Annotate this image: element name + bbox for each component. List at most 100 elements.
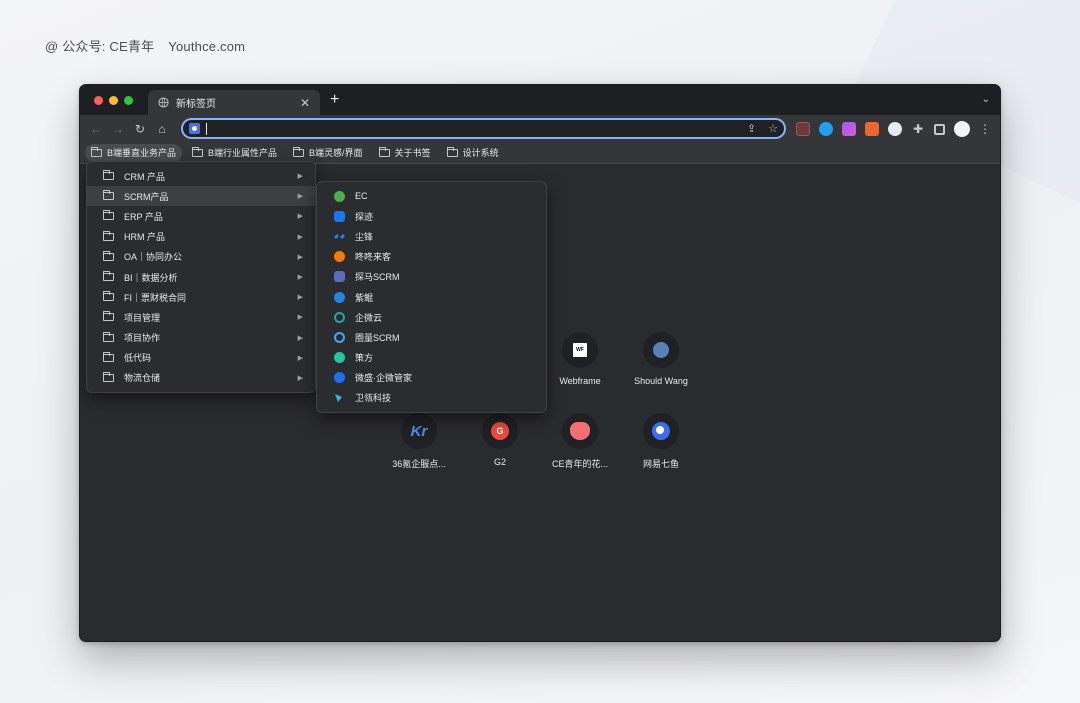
shortcut-tile: G bbox=[482, 413, 518, 449]
menu-item-label: SCRM产品 bbox=[124, 191, 169, 202]
submenu-item-label: 卫瓴科技 bbox=[355, 393, 392, 404]
close-window-button[interactable] bbox=[94, 96, 103, 105]
menu-item-label: 物流仓储 bbox=[124, 373, 161, 384]
shortcut-36kr[interactable]: Kr 36氪企服点... bbox=[379, 413, 459, 470]
submenu-item-tanma[interactable]: 探马SCRM bbox=[317, 267, 546, 287]
bookmark-folder-design-system[interactable]: 设计系统 bbox=[441, 144, 505, 162]
shortcut-tile bbox=[643, 332, 679, 368]
weisheng-icon bbox=[334, 372, 345, 384]
new-tab-button[interactable]: + bbox=[330, 92, 339, 108]
text-caret bbox=[206, 122, 207, 135]
menu-item-label: 项目协作 bbox=[124, 333, 161, 344]
shortcut-webframe[interactable]: WF Webframe bbox=[540, 332, 620, 386]
menu-item-project-management[interactable]: 项目管理 ▶ bbox=[87, 307, 315, 327]
submenu-item-tanji[interactable]: 探迹 bbox=[317, 206, 546, 226]
menu-item-hrm[interactable]: HRM 产品 ▶ bbox=[87, 227, 315, 247]
tab-new-tab[interactable]: 新标签页 ✕ bbox=[148, 90, 320, 115]
menu-item-fi[interactable]: FI｜票财税合同 ▶ bbox=[87, 287, 315, 307]
shortcut-label: 网易七鱼 bbox=[642, 459, 679, 469]
bookmark-star-icon[interactable]: ☆ bbox=[768, 122, 778, 135]
forward-button[interactable]: → bbox=[107, 122, 129, 136]
submenu-item-label: 企微云 bbox=[355, 312, 383, 323]
submenu-item-ec[interactable]: EC bbox=[317, 186, 546, 206]
bookmark-folder-b-vertical[interactable]: B端垂直业务产品 bbox=[85, 143, 183, 162]
quanliang-icon bbox=[334, 331, 345, 343]
back-button[interactable]: ← bbox=[85, 122, 107, 136]
kebab-menu-icon[interactable]: ⋮ bbox=[979, 122, 991, 136]
window-controls bbox=[94, 96, 133, 105]
folder-icon bbox=[103, 250, 114, 261]
profile-avatar[interactable] bbox=[954, 121, 970, 137]
submenu-item-weiling[interactable]: 卫瓴科技 bbox=[317, 388, 546, 408]
g2-icon: G bbox=[491, 422, 509, 440]
bookmark-folder-about[interactable]: 关于书签 bbox=[373, 144, 437, 162]
submenu-item-quanliang[interactable]: 圈量SCRM bbox=[317, 327, 546, 347]
folder-icon bbox=[378, 146, 390, 157]
watermark-account: @ 公众号: CE青年 bbox=[45, 39, 155, 54]
shortcut-tile: WF bbox=[562, 332, 598, 368]
shortcut-qiyu[interactable]: 网易七鱼 bbox=[621, 413, 701, 470]
bookmark-label: 设计系统 bbox=[462, 148, 499, 158]
reload-button[interactable]: ↻ bbox=[129, 122, 151, 136]
submenu-item-zikun[interactable]: 紫鲲 bbox=[317, 287, 546, 307]
menu-item-erp[interactable]: ERP 产品 ▶ bbox=[87, 206, 315, 226]
shortcut-g2[interactable]: G G2 bbox=[460, 413, 540, 467]
bookmark-folder-b-industry[interactable]: B端行业属性产品 bbox=[186, 144, 283, 162]
minimize-window-button[interactable] bbox=[109, 96, 118, 105]
submenu-item-dongdong[interactable]: 咚咚来客 bbox=[317, 247, 546, 267]
tanma-icon bbox=[334, 271, 345, 283]
submenu-item-qiweiyun[interactable]: 企微云 bbox=[317, 307, 546, 327]
ext-openai-icon[interactable] bbox=[888, 122, 902, 136]
qiyu-icon bbox=[652, 422, 670, 440]
close-tab-icon[interactable]: ✕ bbox=[300, 96, 310, 110]
menu-item-low-code[interactable]: 低代码 ▶ bbox=[87, 348, 315, 368]
share-icon[interactable]: ⇪ bbox=[747, 122, 756, 135]
tab-search-chevron-icon[interactable]: ⌄ bbox=[982, 94, 990, 105]
menu-item-label: CRM 产品 bbox=[124, 171, 165, 182]
menu-item-scrm[interactable]: SCRM产品 ▶ bbox=[87, 186, 315, 207]
folder-icon bbox=[192, 146, 204, 157]
shortcut-should-wang[interactable]: Should Wang bbox=[621, 332, 701, 386]
ext-purple-gradient-icon[interactable] bbox=[842, 122, 856, 136]
zikun-icon bbox=[334, 291, 345, 303]
bookmark-folder-b-inspiration[interactable]: B端灵感/界面 bbox=[287, 144, 369, 162]
submenu-arrow-icon: ▶ bbox=[297, 274, 303, 282]
shortcut-ce-youth[interactable]: CE青年的花... bbox=[540, 413, 620, 470]
shortcut-label: G2 bbox=[493, 457, 506, 467]
ext-reader-icon[interactable] bbox=[796, 122, 810, 136]
ext-blue-circle-icon[interactable] bbox=[819, 122, 833, 136]
bookmark-label: B端垂直业务产品 bbox=[107, 148, 177, 158]
submenu-arrow-icon: ▶ bbox=[297, 374, 303, 382]
baidu-search-icon bbox=[189, 123, 200, 134]
address-bar[interactable]: ⇪ ☆ bbox=[181, 118, 786, 139]
menu-item-project-collab[interactable]: 项目协作 ▶ bbox=[87, 328, 315, 348]
submenu-item-weisheng[interactable]: 微盛·企微管家 bbox=[317, 368, 546, 388]
menu-item-logistics[interactable]: 物流仓储 ▶ bbox=[87, 368, 315, 388]
address-input[interactable] bbox=[211, 122, 747, 135]
folder-icon bbox=[293, 146, 305, 157]
bookmark-label: 关于书签 bbox=[394, 148, 431, 158]
maximize-window-button[interactable] bbox=[124, 96, 133, 105]
puzzle-icon[interactable]: ✚ bbox=[911, 122, 925, 136]
submenu-arrow-icon: ▶ bbox=[297, 354, 303, 362]
tanji-icon bbox=[334, 210, 345, 222]
submenu-item-cefang[interactable]: 策方 bbox=[317, 348, 546, 368]
menu-item-label: 项目管理 bbox=[124, 312, 161, 323]
kr-icon: Kr bbox=[410, 422, 428, 440]
home-button[interactable]: ⌂ bbox=[151, 122, 173, 136]
folder-icon bbox=[91, 146, 102, 157]
folder-icon bbox=[103, 311, 114, 322]
menu-item-bi[interactable]: BI｜数据分析 ▶ bbox=[87, 267, 315, 287]
menu-item-oa[interactable]: OA｜协同办公 ▶ bbox=[87, 247, 315, 267]
shortcut-label: Webframe bbox=[559, 376, 601, 386]
menu-item-crm[interactable]: CRM 产品 ▶ bbox=[87, 166, 315, 186]
submenu-item-chenfeng[interactable]: 尘锋 bbox=[317, 226, 546, 246]
shortcut-tile bbox=[643, 413, 679, 449]
ext-orange-icon[interactable] bbox=[865, 122, 879, 136]
shortcut-tile bbox=[562, 413, 598, 449]
chenfeng-icon bbox=[334, 231, 345, 242]
sidepanel-icon[interactable] bbox=[934, 123, 945, 135]
menu-item-label: OA｜协同办公 bbox=[124, 252, 183, 263]
submenu-item-label: 微盛·企微管家 bbox=[355, 373, 412, 384]
globe-icon bbox=[158, 97, 169, 108]
